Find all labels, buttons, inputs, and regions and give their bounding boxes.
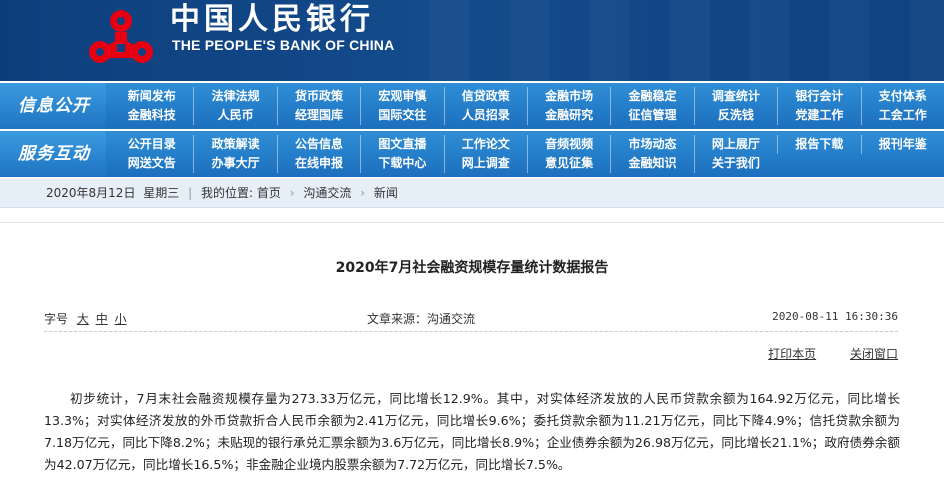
breadcrumb-bar: 2020年8月12日 星期三 | 我的位置: 首页 › 沟通交流 › 新闻	[0, 179, 944, 208]
nav-menu-item[interactable]: 意见征集	[526, 154, 610, 173]
nav-menu-item[interactable]: 金融稳定	[610, 87, 693, 106]
nav-menu-item[interactable]: 政策解读	[193, 135, 276, 154]
nav-band-label: 服务互动	[0, 131, 106, 177]
pboc-emblem-icon	[89, 10, 153, 63]
nav-menu-item[interactable]: 音频视频	[526, 135, 610, 154]
nav-menu-item[interactable]: 金融科技	[110, 106, 193, 125]
logo-chinese-name: 中国人民银行	[170, 2, 374, 37]
nav-menu-item[interactable]: 经理国库	[276, 106, 360, 125]
nav-menu-item[interactable]: 反洗钱	[693, 106, 777, 125]
print-page-link[interactable]: 打印本页	[768, 347, 816, 361]
nav-menu-item[interactable]: 图文直播	[360, 135, 443, 154]
nav-menu-item[interactable]: 调查统计	[693, 87, 777, 106]
breadcrumb-separator: ›	[289, 186, 295, 200]
nav-menu-item[interactable]: 宏观审慎	[360, 87, 443, 106]
nav-menu-item[interactable]: 市场动态	[610, 135, 693, 154]
location-label: 我的位置:	[201, 186, 254, 200]
nav-menu-item[interactable]: 信贷政策	[443, 87, 527, 106]
nav-menu-item[interactable]: 办事大厅	[193, 154, 276, 173]
font-size-large-link[interactable]: 大	[77, 312, 89, 326]
article-meta: 字号 大 中 小 文章来源：沟通交流 2020-08-11 16:30:36	[44, 308, 898, 330]
article-container: 2020年7月社会融资规模存量统计数据报告 字号 大 中 小 文章来源：沟通交流…	[0, 222, 944, 498]
current-weekday: 星期三	[143, 186, 180, 200]
breadcrumb-news-link[interactable]: 新闻	[374, 186, 398, 200]
nav-band-label: 信息公开	[0, 83, 106, 129]
article-source: 文章来源：沟通交流	[367, 312, 476, 326]
article-actions: 打印本页 关闭窗口	[738, 345, 898, 362]
nav-menu-item[interactable]: 支付体系	[860, 87, 944, 106]
nav-menu-item[interactable]: 网送文告	[110, 154, 193, 173]
font-size-medium-link[interactable]: 中	[96, 312, 108, 326]
nav-menu-item[interactable]: 法律法规	[193, 87, 276, 106]
nav-menu-item[interactable]: 网上调查	[443, 154, 527, 173]
nav-menu-item[interactable]: 国际交往	[360, 106, 443, 125]
nav-menu-item[interactable]: 银行会计	[777, 87, 860, 106]
article-body: 初步统计，7月末社会融资规模存量为273.33万亿元，同比增长12.9%。其中，…	[44, 391, 900, 472]
breadcrumb-home-link[interactable]: 首页	[257, 186, 281, 200]
nav-menu-item[interactable]: 金融知识	[610, 154, 693, 173]
nav-band-info: 信息公开 新闻发布 法律法规 货币政策 宏观审慎 信贷政策 金融市场 金融稳定 调查统计 银行会…	[0, 83, 944, 129]
nav-menu-item[interactable]: 货币政策	[276, 87, 360, 106]
nav-menu-item[interactable]: 报刊年鉴	[860, 135, 944, 154]
meta-divider	[44, 331, 898, 332]
nav-menu-item[interactable]: 公告信息	[276, 135, 360, 154]
nav-menu-item[interactable]: 新闻发布	[110, 87, 193, 106]
nav-band-service: 服务互动 公开目录 政策解读 公告信息 图文直播 工作论文 音频视频 市场动态 网上展厅 报告下…	[0, 131, 944, 177]
nav-menu-item[interactable]: 金融研究	[526, 106, 610, 125]
nav-menu-item[interactable]: 工作论文	[443, 135, 527, 154]
nav-menu-item[interactable]: 报告下载	[777, 135, 860, 154]
article-title: 2020年7月社会融资规模存量统计数据报告	[335, 260, 609, 276]
nav-grid: 新闻发布 法律法规 货币政策 宏观审慎 信贷政策 金融市场 金融稳定 调查统计 银行会计 支付体系…	[110, 87, 944, 127]
nav-menu-item[interactable]: 人员招录	[443, 106, 527, 125]
breadcrumb-separator: |	[188, 186, 193, 200]
nav-menu-item[interactable]: 工会工作	[860, 106, 944, 125]
article-datetime: 2020-08-11 16:30:36	[772, 310, 898, 323]
breadcrumb-separator: ›	[360, 186, 366, 200]
font-size-switcher: 字号 大 中 小	[44, 310, 127, 327]
close-window-link[interactable]: 关闭窗口	[850, 347, 898, 361]
nav-menu-item[interactable]: 党建工作	[777, 106, 860, 125]
nav-menu-item[interactable]: 网上展厅	[693, 135, 777, 154]
nav-menu-item[interactable]: 下载中心	[360, 154, 443, 173]
breadcrumb: 2020年8月12日 星期三 | 我的位置: 首页 › 沟通交流 › 新闻	[46, 179, 398, 208]
nav-menu-item[interactable]: 金融市场	[526, 87, 610, 106]
breadcrumb-communication-link[interactable]: 沟通交流	[303, 186, 351, 200]
site-header: 中国人民银行 THE PEOPLE'S BANK OF CHINA	[0, 0, 944, 81]
logo-english-name: THE PEOPLE'S BANK OF CHINA	[172, 37, 395, 53]
nav-menu-item[interactable]: 征信管理	[610, 106, 693, 125]
nav-grid: 公开目录 政策解读 公告信息 图文直播 工作论文 音频视频 市场动态 网上展厅 报告下载 报刊年鉴…	[110, 135, 944, 175]
nav-menu-item[interactable]: 人民币	[193, 106, 276, 125]
font-size-label: 字号	[44, 312, 69, 326]
nav-menu-item[interactable]: 关于我们	[693, 154, 777, 173]
current-date: 2020年8月12日	[46, 186, 136, 200]
nav-menu-item[interactable]: 公开目录	[110, 135, 193, 154]
nav-menu-item[interactable]: 在线申报	[276, 154, 360, 173]
font-size-small-link[interactable]: 小	[115, 312, 127, 326]
